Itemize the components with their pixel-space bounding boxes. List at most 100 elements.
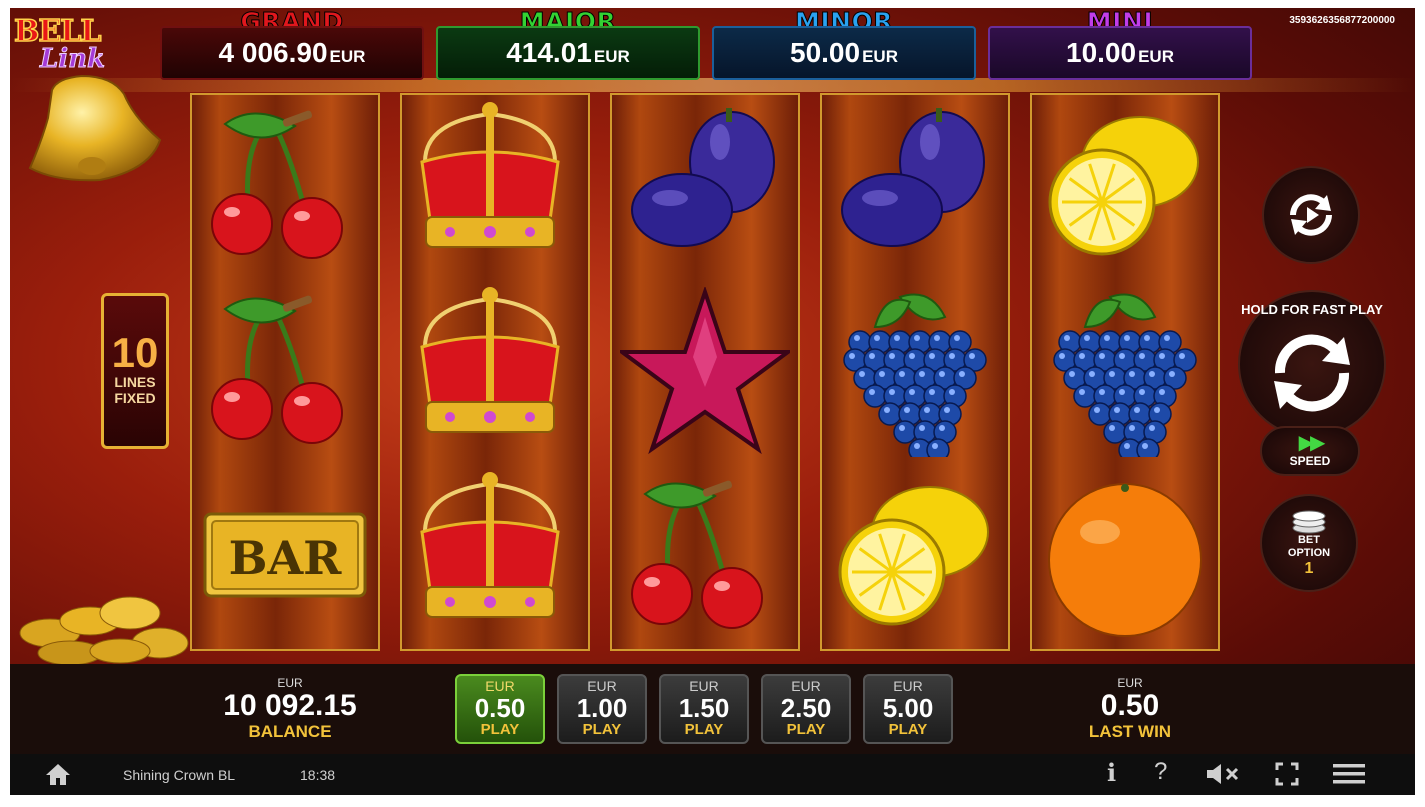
reel-cell [402,95,588,279]
jackpot-mini: MINI 10.00 EUR [988,8,1252,86]
last-win-value: 0.50 [1100,689,1160,722]
speed-button[interactable]: ▶▶ SPEED [1260,426,1360,476]
jackpot-major-amount: 414.01 [506,37,592,68]
speed-label: SPEED [1289,454,1331,468]
jackpot-bar: GRAND 4 006.90 EUR MAJOR 414.01 EUR MINOR … [160,8,1260,88]
jackpot-grand-currency: EUR [329,47,366,66]
bet-play-label: PLAY [480,721,520,738]
bet-option-label-2: OPTION [1287,547,1331,559]
bet-button-2-50[interactable]: EUR 2.50 PLAY [761,674,851,744]
reel-5 [1030,93,1220,651]
menu-icon[interactable] [1332,762,1366,786]
game-logo: BELL Link [12,10,162,200]
jackpot-minor-amount: 50.00 [790,37,861,68]
lines-label-2: FIXED [114,390,156,406]
bet-play-label: PLAY [888,721,928,738]
clock: 18:38 [300,767,336,783]
bet-play-label: PLAY [786,721,826,738]
bet-currency: EUR [485,678,515,694]
autoplay-button[interactable] [1262,166,1360,264]
grapes-icon [1053,293,1197,457]
bet-currency: EUR [689,678,719,694]
reel-cell [612,465,798,649]
bet-button-1-00[interactable]: EUR 1.00 PLAY [557,674,647,744]
info-icon[interactable]: i [1107,758,1116,787]
plums-icon [841,108,985,247]
reel-1: BAR [190,93,380,651]
bet-value: 0.50 [474,693,526,723]
lines-fixed-indicator: 10 LINES FIXED [101,293,169,449]
bar-icon: BAR [203,512,367,598]
balance-label: BALANCE [248,722,332,741]
jackpot-mini-amount: 10.00 [1066,37,1137,68]
grapes-icon [843,293,987,457]
reel-cell [822,95,1008,279]
cherries-icon [211,295,343,444]
cherries-icon [631,480,763,629]
bet-button-1-50[interactable]: EUR 1.50 PLAY [659,674,749,744]
lines-count: 10 [111,329,159,376]
help-icon[interactable]: ? [1154,758,1167,786]
jackpot-mini-amount-box: 10.00 EUR [988,26,1252,80]
crown-icon [420,287,560,433]
jackpot-mini-currency: EUR [1138,47,1174,66]
autoplay-icon [1290,194,1332,236]
spin-hint-label: HOLD FOR FAST PLAY [1241,302,1383,317]
bet-option-label-1: BET [1297,534,1320,546]
reel-2 [400,93,590,651]
jackpot-grand-amount: 4 006.90 [218,37,328,68]
bet-option-button[interactable]: BET OPTION 1 [1260,494,1358,592]
last-win-display: EUR 0.50 LAST WIN [1030,676,1230,742]
reel-cell [192,95,378,279]
bet-currency: EUR [893,678,923,694]
reel-cell [1032,465,1218,649]
spin-icon [1274,334,1350,412]
balance-value: 10 092.15 [223,689,357,722]
bet-currency: EUR [587,678,617,694]
last-win-label: LAST WIN [1088,722,1172,741]
footer-bar: Shining Crown BL 18:38 i ? [10,754,1415,795]
lemon-icon [1048,116,1199,256]
jackpot-major: MAJOR 414.01 EUR [436,8,700,86]
reel-cell [822,280,1008,464]
reel-cell: BAR [192,465,378,649]
jackpot-grand-amount-box: 4 006.90 EUR [160,26,424,80]
bet-currency: EUR [791,678,821,694]
bet-play-label: PLAY [684,721,724,738]
game-name: Shining Crown BL [123,767,236,783]
bet-value: 1.00 [576,693,628,723]
bet-button-0-50[interactable]: EUR 0.50 PLAY [455,674,545,744]
jackpot-major-currency: EUR [593,47,630,66]
bell-icon [28,74,162,182]
reel-cell [402,280,588,464]
bet-value: 1.50 [678,693,730,723]
reel-4 [820,93,1010,651]
crown-icon [420,472,560,618]
lines-label: LINES FIXED [104,374,166,406]
bet-value: 2.50 [780,693,832,723]
reel-cell [612,280,798,464]
bar-symbol-text: BAR [229,531,343,585]
spin-button[interactable]: HOLD FOR FAST PLAY [1238,290,1386,438]
home-icon[interactable] [44,762,72,786]
jackpot-major-amount-box: 414.01 EUR [436,26,700,80]
bottom-panel: EUR 10 092.15 BALANCE EUR 0.50 PLAY EUR … [10,664,1415,754]
last-win-currency: EUR [1117,676,1143,690]
fast-forward-icon: ▶▶ [1298,432,1326,454]
cherries-icon [211,110,343,259]
slot-game-screen: BELL Link GRAND 4 006.90 EUR MAJOR 414.01… [10,8,1415,795]
fullscreen-icon[interactable] [1275,762,1299,786]
game-round-id: 3593626356877200000 [1289,15,1395,26]
bet-value: 5.00 [882,693,934,723]
reel-cell [1032,95,1218,279]
bet-button-5-00[interactable]: EUR 5.00 PLAY [863,674,953,744]
star-icon [620,287,790,455]
reel-cell [192,280,378,464]
bet-option-value: 1 [1304,560,1314,577]
jackpot-minor-amount-box: 50.00 EUR [712,26,976,80]
reel-cell [822,465,1008,649]
mute-icon[interactable] [1205,762,1241,786]
reel-cell [612,95,798,279]
jackpot-minor-currency: EUR [862,47,898,66]
balance-currency: EUR [277,676,303,690]
